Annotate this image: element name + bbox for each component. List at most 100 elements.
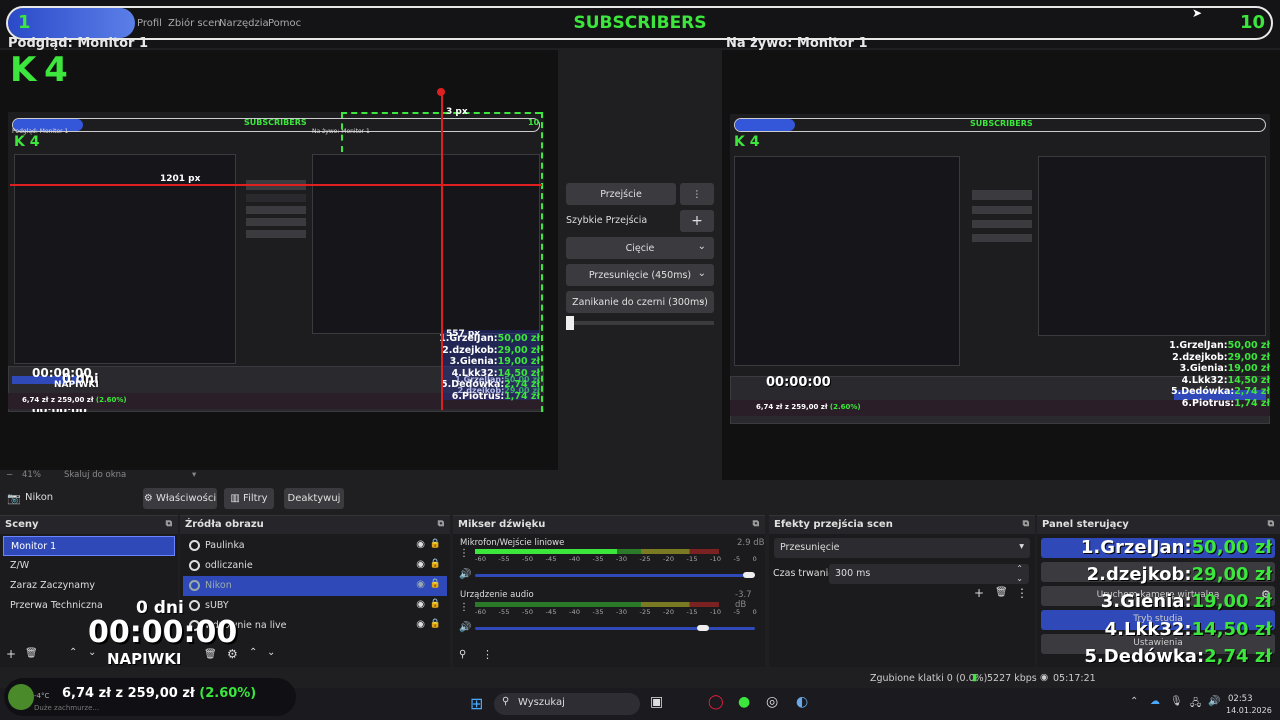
add-transition-button[interactable]: + <box>974 586 984 600</box>
windows-start-icon[interactable]: ⊞ <box>470 694 483 713</box>
live-nested-live <box>1038 156 1266 336</box>
mixer-link-icon[interactable]: ⚲ <box>459 649 466 660</box>
lock-icon[interactable]: 🔒 <box>430 599 441 609</box>
speaker-icon[interactable]: 🔊 <box>459 569 471 580</box>
duration-label: Czas trwania <box>773 568 835 579</box>
scene-item-monitor-1[interactable]: Monitor 1 <box>3 536 175 556</box>
scene-item-zaraz-zaczynamy[interactable]: Zaraz Zaczynamy <box>3 576 175 596</box>
quick-transition-cut[interactable]: Cięcie ⌄ <box>566 237 714 259</box>
live-label: Na żywo: Monitor 1 <box>726 36 868 51</box>
add-scene-button[interactable]: + <box>6 647 16 661</box>
source-up-button[interactable]: ⌃ <box>249 647 257 658</box>
properties-button[interactable]: ⚙ Właściwości <box>143 488 217 509</box>
live-nested-goal: 6,74 zł z 259,00 zł (2.60%) <box>756 403 861 411</box>
move-up-button[interactable]: ⌃ <box>69 647 77 658</box>
speaker-icon[interactable]: 🔊 <box>459 622 471 633</box>
remove-scene-button[interactable]: 🗑 <box>25 648 38 659</box>
duration-input[interactable]: 300 ms ⌃ ⌄ <box>829 564 1029 584</box>
dropped-frames: Zgubione klatki 0 (0.0%) <box>870 673 988 684</box>
add-quick-transition-button[interactable]: + <box>680 210 714 232</box>
tray-chevron-icon[interactable]: ⌃ <box>1130 696 1138 707</box>
volume-icon[interactable]: 🔊 <box>1208 696 1220 707</box>
lock-icon[interactable]: 🔒 <box>430 559 441 569</box>
source-item-paulinka[interactable]: Paulinka ◉ 🔒 <box>183 536 447 556</box>
mixer-channel-1-db: 2.9 dB <box>737 538 765 548</box>
live-nested-preview <box>734 156 960 366</box>
mic-icon[interactable]: 🎙 <box>1170 696 1183 707</box>
obs-icon[interactable]: ◎ <box>766 694 778 710</box>
mixer-channel-2-volume-track[interactable] <box>475 627 755 630</box>
spotify-icon[interactable]: ● <box>738 694 750 710</box>
guide-vertical-line <box>441 92 443 410</box>
lock-icon[interactable]: 🔒 <box>430 619 441 629</box>
mixer-channel-1-volume-track[interactable] <box>475 574 755 577</box>
eye-icon[interactable]: ◉ <box>416 539 425 550</box>
mixer-channel-1-menu[interactable]: ⋮ <box>459 548 469 559</box>
zoom-mode-select[interactable]: Skaluj do okna <box>64 470 126 480</box>
source-item-odliczanie[interactable]: odliczanie ◉ 🔒 <box>183 556 447 576</box>
remove-source-button[interactable]: 🗑 <box>204 649 217 660</box>
network-icon[interactable]: 🖧 <box>1190 696 1201 713</box>
undock-icon[interactable]: ⧉ <box>166 519 172 529</box>
lock-icon[interactable]: 🔒 <box>430 539 441 549</box>
undock-icon[interactable]: ⧉ <box>753 519 759 529</box>
undock-icon[interactable]: ⧉ <box>438 519 444 529</box>
transition-menu-button[interactable]: ⋮ <box>1016 586 1028 600</box>
source-item-suby[interactable]: sUBY ◉ 🔒 <box>183 596 447 616</box>
filters-button[interactable]: ▥ Filtry <box>224 488 274 509</box>
eye-icon[interactable]: ◉ <box>416 599 425 610</box>
chevron-down-icon[interactable]: ▾ <box>192 470 196 480</box>
mixer-channel-1-volume-knob[interactable] <box>743 572 755 578</box>
opera-icon[interactable]: ◯ <box>708 694 724 710</box>
quick-transitions-label: Szybkie Przejścia <box>566 215 648 226</box>
preview-donor-5: 5.Dedówka:2,74 zł <box>440 379 540 390</box>
mixer-menu-icon[interactable]: ⋮ <box>482 648 493 661</box>
mixer-channel-2-menu[interactable]: ⋮ <box>459 602 469 613</box>
zoom-out-button[interactable]: − <box>6 470 13 480</box>
transition-menu-button[interactable]: ⋮ <box>680 183 714 205</box>
guide-left-gap: 1201 px <box>160 174 201 184</box>
quick-transition-slide[interactable]: Przesunięcie (450ms) ⌄ <box>566 264 714 286</box>
tbar-handle[interactable] <box>566 316 574 330</box>
preview-donor-4: 4.Lkk32:14,50 zł <box>451 367 540 379</box>
undock-icon[interactable]: ⧉ <box>1268 519 1274 529</box>
source-down-button[interactable]: ⌄ <box>267 647 275 658</box>
scene-item-zw[interactable]: Z/W <box>3 556 175 576</box>
undock-icon[interactable]: ⧉ <box>1023 519 1029 529</box>
lock-icon[interactable]: 🔒 <box>430 579 441 589</box>
clock-time[interactable]: 02:53 <box>1228 694 1253 704</box>
selection-top-edge <box>341 112 541 114</box>
mixer-channel-2-meter <box>475 602 719 607</box>
eye-hidden-icon[interactable]: ◉ <box>416 579 425 590</box>
mixer-channel-1-ticks: -60 -55 -50 -45 -40 -35 -30 -25 -20 -15 … <box>475 555 758 563</box>
transition-button[interactable]: Przejście <box>566 183 676 205</box>
taskbar-search[interactable]: ⚲ Wyszukaj <box>494 693 640 715</box>
live-timer-clock: 00:00:00 <box>766 375 831 390</box>
deactivate-button[interactable]: Deaktywuj <box>284 488 344 509</box>
live-nested-btn2 <box>972 206 1032 214</box>
eye-icon[interactable]: ◉ <box>416 619 425 630</box>
weather-note: Duże zachmurze... <box>34 704 100 712</box>
selection-left-edge <box>341 112 343 152</box>
source-item-nikon[interactable]: Nikon ◉ 🔒 <box>183 576 447 596</box>
clock-date[interactable]: 14.01.2026 <box>1226 706 1272 715</box>
eye-icon[interactable]: ◉ <box>416 559 425 570</box>
preview-donation-list: 1.GrzelJan:50,00 zł 2.dzejkob:29,00 zł 3… <box>430 333 540 402</box>
tbar-track[interactable] <box>566 321 714 325</box>
mixer-channel-2-ticks: -60 -55 -50 -45 -40 -35 -30 -25 -20 -15 … <box>475 608 758 616</box>
mixer-channel-2-volume-knob[interactable] <box>697 625 709 631</box>
preview-canvas[interactable]: K 4 SUBSCRIBERS 10 Podgląd: Monitor 1 Na… <box>0 50 558 470</box>
transition-select[interactable]: Przesunięcie ▾ <box>774 538 1030 558</box>
spinner-icon[interactable]: ⌃ ⌄ <box>1016 564 1023 584</box>
task-view-icon[interactable]: ▣ <box>650 694 663 710</box>
rotation-handle[interactable] <box>437 88 445 96</box>
donation-row-1: 1.GrzelJan:50,00 zł <box>1080 537 1272 558</box>
donation-row-3: 3.Gienia:19,00 zł <box>1100 591 1272 612</box>
steam-icon[interactable]: ◐ <box>796 694 808 710</box>
chevron-down-icon: ⌄ <box>697 295 706 306</box>
remove-transition-button[interactable]: 🗑 <box>995 587 1008 598</box>
quick-transition-fade[interactable]: Zanikanie do czerni (300ms) ⌄ <box>566 291 714 313</box>
onedrive-icon[interactable]: ☁ <box>1150 696 1160 707</box>
selection-right-edge <box>541 112 543 412</box>
nested-opt2 <box>246 218 306 226</box>
